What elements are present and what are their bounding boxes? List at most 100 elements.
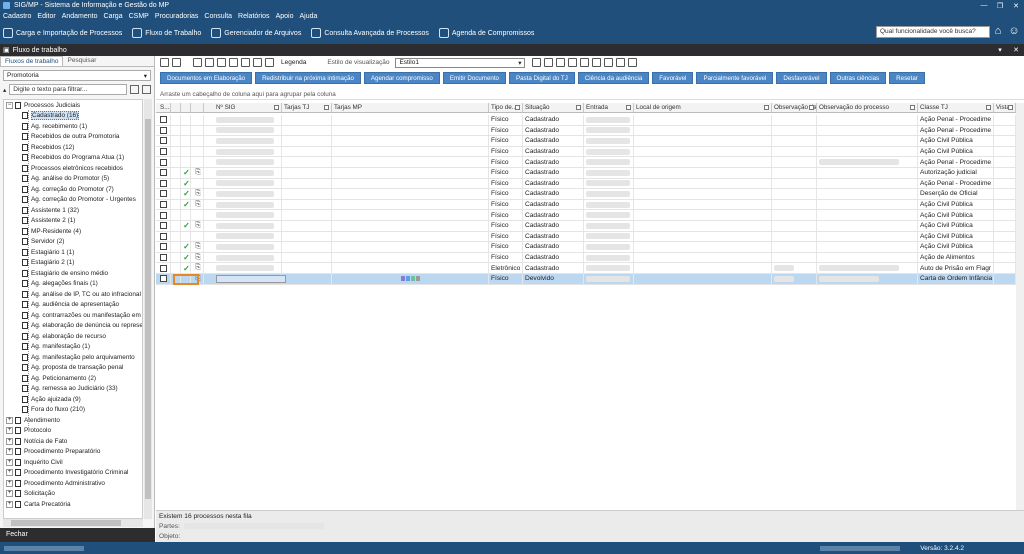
row-checkbox[interactable] — [160, 222, 167, 230]
tree-item[interactable]: + Procedimento Administrativo — [4, 478, 142, 489]
menu-6[interactable]: Consulta — [204, 13, 232, 20]
close-window-button[interactable]: ✕ — [1008, 2, 1024, 10]
legend-icon[interactable] — [265, 58, 274, 67]
tree-item[interactable]: Servidor (2) — [4, 237, 142, 248]
row-checkbox[interactable] — [160, 264, 167, 272]
menu-5[interactable]: Procuradorias — [155, 13, 199, 20]
tree-item[interactable]: MP-Residente (4) — [4, 226, 142, 237]
column-header[interactable] — [181, 103, 191, 112]
tree-filter-input[interactable]: Digite o texto para filtrar... — [9, 84, 127, 95]
row-checkbox[interactable] — [160, 254, 167, 262]
action-button-5[interactable]: Ciência da audiência — [577, 72, 650, 84]
menu-1[interactable]: Editor — [37, 13, 55, 20]
feature-search-input[interactable]: Qual funcionalidade você busca? — [876, 26, 990, 38]
expand-icon[interactable]: + — [6, 427, 13, 435]
copy-icon[interactable] — [193, 58, 202, 67]
menu-3[interactable]: Carga — [104, 13, 123, 20]
row-checkbox[interactable] — [160, 158, 167, 166]
tree-scrollbar[interactable] — [144, 99, 152, 519]
attachment-icon[interactable]: ⎘ — [195, 201, 201, 209]
expand-icon[interactable]: + — [6, 500, 13, 508]
column-filter-icon[interactable] — [576, 105, 581, 110]
tab-pesquisar[interactable]: Pesquisar — [63, 56, 100, 66]
print-icon[interactable] — [628, 58, 638, 67]
row-checkbox[interactable] — [160, 148, 167, 156]
tree-item[interactable]: + Protocolo — [4, 426, 142, 437]
tree-item[interactable]: Recebidos de outra Promotoria — [4, 132, 142, 143]
column-filter-icon[interactable] — [986, 105, 991, 110]
pencil-icon[interactable] — [556, 58, 566, 67]
close-panel-link[interactable]: Fechar — [0, 528, 155, 542]
tree-item[interactable]: Fora do fluxo (210) — [4, 405, 142, 416]
tree-item[interactable]: Ag. Peticionamento (2) — [4, 373, 142, 384]
tree-item[interactable]: Ag. análise de IP, TC ou ato infracional — [4, 289, 142, 300]
attachment-icon[interactable]: ⎘ — [195, 169, 201, 177]
row-checkbox[interactable] — [160, 190, 167, 198]
column-header[interactable]: Entrada — [584, 103, 634, 112]
home-icon[interactable]: ⌂ — [992, 24, 1004, 38]
column-header[interactable]: Tipo de... — [489, 103, 523, 112]
tree-item[interactable]: + Notícia de Fato — [4, 436, 142, 447]
column-filter-icon[interactable] — [324, 105, 329, 110]
check-icon[interactable] — [568, 58, 578, 67]
panel-menu-button[interactable]: ▾ — [992, 46, 1008, 54]
expand-icon[interactable]: + — [6, 448, 13, 456]
action-button-8[interactable]: Desfavorável — [776, 72, 827, 84]
expand-icon[interactable]: + — [6, 458, 13, 466]
row-checkbox[interactable] — [160, 211, 167, 219]
column-filter-icon[interactable] — [764, 105, 769, 110]
tree-item[interactable]: Assistente 1 (32) — [4, 205, 142, 216]
attachment-icon[interactable]: ⎘ — [195, 190, 201, 198]
toolbar-item-3[interactable]: Consulta Avançada de Processos — [311, 28, 429, 38]
edit-icon[interactable] — [241, 58, 250, 67]
column-header[interactable]: Local de origem — [634, 103, 772, 112]
attachment-icon[interactable]: ⎘ — [195, 264, 201, 272]
action-button-2[interactable]: Agendar compromisso — [363, 72, 440, 84]
tree-item[interactable]: + Atendimento — [4, 415, 142, 426]
tag-icon[interactable] — [253, 58, 262, 67]
tree-item[interactable]: Ag. correção do Promotor - Urgentes — [4, 195, 142, 206]
action-button-9[interactable]: Outras ciências — [829, 72, 887, 84]
row-checkbox[interactable] — [160, 137, 167, 145]
menu-7[interactable]: Relatórios — [238, 13, 270, 20]
attachment-icon[interactable]: ⎘ — [195, 254, 201, 262]
action-button-1[interactable]: Redistribuir na próxima intimação — [255, 72, 361, 84]
table-row[interactable]: ✓ ⎘ Eletrônico Cadastrado Auto de Prisão em … — [156, 263, 1024, 274]
column-header[interactable]: Observação do processo — [817, 103, 918, 112]
report-icon[interactable] — [580, 58, 590, 67]
tree-item[interactable]: Ag. contrarrazões ou manifestação em — [4, 310, 142, 321]
tree-item[interactable]: Ag. correção do Promotor (7) — [4, 184, 142, 195]
menu-4[interactable]: CSMP — [129, 13, 149, 20]
tree-item[interactable]: Cadastrado (16) — [4, 111, 142, 122]
tree-item[interactable]: Recebidos (12) — [4, 142, 142, 153]
row-checkbox[interactable] — [160, 275, 167, 283]
action-button-10[interactable]: Resetar — [889, 72, 925, 84]
table-row[interactable]: Físico Cadastrado Ação Civil Pública — [156, 231, 1024, 243]
maximize-button[interactable]: ❐ — [992, 2, 1008, 10]
expand-icon[interactable]: + — [6, 469, 13, 477]
tree-item[interactable]: + Procedimento Preparatório — [4, 447, 142, 458]
toolbar-item-1[interactable]: Fluxo de Trabalho — [132, 28, 201, 38]
move-icon[interactable] — [217, 58, 226, 67]
tree-options-icon[interactable] — [142, 85, 151, 94]
tree-item[interactable]: + Inquérito Civil — [4, 457, 142, 468]
collapse-icon[interactable]: − — [6, 101, 13, 109]
tree-item[interactable]: Ag. alegações finais (1) — [4, 279, 142, 290]
menu-0[interactable]: Cadastro — [3, 13, 31, 20]
tree-item[interactable]: Ag. manifestação (1) — [4, 342, 142, 353]
tree-item[interactable]: + Solicitação — [4, 489, 142, 500]
tree-item[interactable]: Ag. elaboração de denúncia ou represe — [4, 321, 142, 332]
columns-icon[interactable] — [544, 58, 554, 67]
column-header[interactable]: Classe TJ — [918, 103, 994, 112]
move-all-icon[interactable] — [229, 58, 238, 67]
tree-item[interactable]: Ação ajuizada (9) — [4, 394, 142, 405]
table-icon[interactable] — [604, 58, 614, 67]
tree-item[interactable]: Recebidos do Programa Atua (1) — [4, 153, 142, 164]
new-document-icon[interactable] — [160, 58, 169, 67]
action-button-4[interactable]: Pasta Digital do TJ — [508, 72, 575, 84]
action-button-0[interactable]: Documentos em Elaboração — [160, 72, 253, 84]
column-header[interactable] — [191, 103, 204, 112]
attachment-icon[interactable]: ⎘ — [195, 243, 201, 251]
tree-item[interactable]: Estagiário 1 (1) — [4, 247, 142, 258]
table-row[interactable]: ✓ ⎘ Físico Cadastrado Deserção de Oficial — [156, 189, 1024, 200]
